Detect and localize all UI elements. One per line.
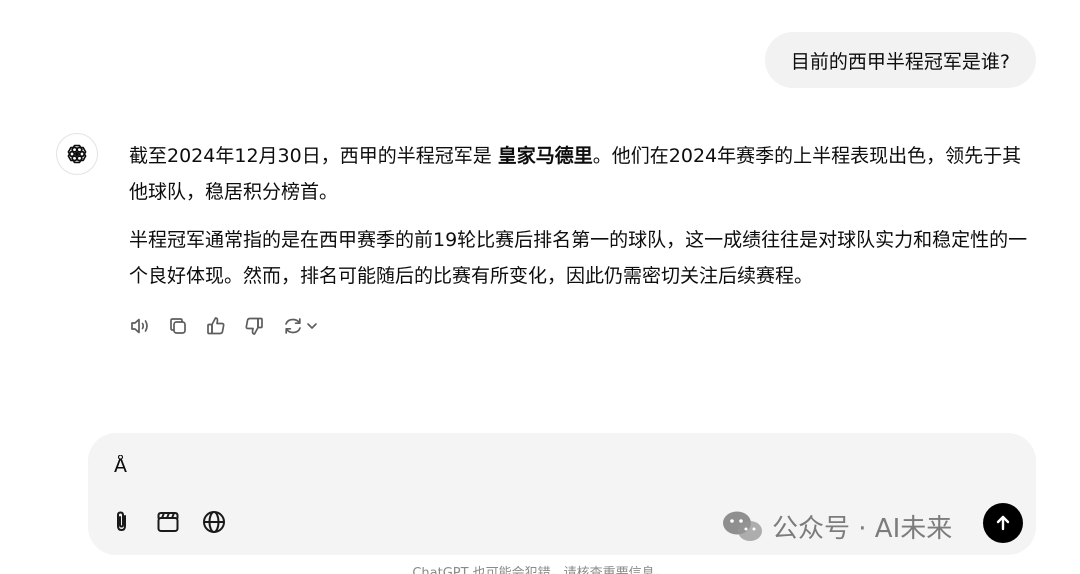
answer-text: 截至2024年12月30日，西甲的半程冠军是 [129,145,498,167]
answer-paragraph-1: 截至2024年12月30日，西甲的半程冠军是 皇家马德里。他们在2024年赛季的… [129,138,1039,210]
chat-page: 目前的西甲半程冠军是谁? 截至2024年12月30日，西甲的半程冠军是 皇家马德… [0,0,1080,574]
disclaimer-text: ChatGPT 也可能会犯错。请核查重要信息。 [412,566,668,574]
user-message-bubble: 目前的西甲半程冠军是谁? [764,32,1036,88]
send-button[interactable] [983,503,1023,543]
thumbs-up-button[interactable] [204,314,228,338]
answer-paragraph-2: 半程冠军通常指的是在西甲赛季的前19轮比赛后排名第一的球队，这一成绩往往是对球队… [129,229,1028,287]
attach-button[interactable] [108,508,136,536]
clapperboard-icon [157,512,179,532]
message-actions [128,312,320,340]
chevron-down-icon [307,323,317,329]
video-button[interactable] [154,508,182,536]
read-aloud-icon [131,318,148,334]
assistant-avatar [56,133,98,175]
copy-icon [170,318,186,334]
composer-toolbar [108,508,228,536]
regenerate-button[interactable] [280,314,320,338]
arrow-up-icon [996,515,1010,531]
thumbs-down-icon [245,317,263,335]
user-message-text: 目前的西甲半程冠军是谁? [790,50,1010,73]
watermark: 公众号 · AI未来 [722,508,952,545]
openai-logo-icon [67,144,87,164]
assistant-message: 截至2024年12月30日，西甲的半程冠军是 皇家马德里。他们在2024年赛季的… [129,138,1039,306]
read-aloud-button[interactable] [128,314,152,338]
web-search-button[interactable] [200,508,228,536]
regenerate-icon [285,318,301,334]
watermark-text: 公众号 · AI未来 [772,514,953,544]
thumbs-up-icon [207,317,225,335]
answer-highlight: 皇家马德里 [497,145,593,167]
message-input[interactable] [112,451,916,481]
globe-icon [203,511,225,533]
copy-button[interactable] [166,314,190,338]
attach-icon [117,511,126,532]
wechat-logo-icon [723,511,762,541]
thumbs-down-button[interactable] [242,314,266,338]
